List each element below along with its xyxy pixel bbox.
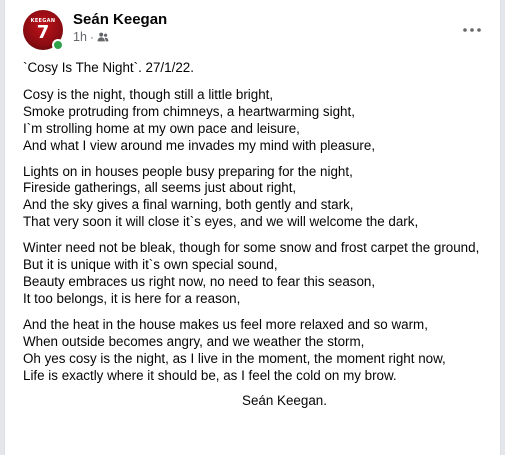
post-body: `Cosy Is The Night`. 27/1/22. Cosy is th…	[23, 60, 490, 410]
online-status-indicator	[52, 39, 64, 51]
poem-line: Smoke protruding from chimneys, a heartw…	[23, 103, 355, 119]
post-title: `Cosy Is The Night`. 27/1/22.	[23, 60, 194, 75]
post-header: KEEGAN 7 Seán Keegan 1h ·	[23, 8, 488, 52]
poem-line: And what I view around me invades my min…	[23, 137, 376, 153]
post-author-name[interactable]: Seán Keegan	[73, 11, 167, 28]
poem-stanza: And the heat in the house makes us feel …	[23, 317, 490, 385]
poem-stanza: Cosy is the night, though still a little…	[23, 87, 490, 155]
more-horizontal-icon	[463, 19, 481, 37]
poem-line: Fireside gatherings, all seems just abou…	[23, 180, 297, 196]
avatar[interactable]: KEEGAN 7	[23, 10, 64, 51]
post-card: KEEGAN 7 Seán Keegan 1h · `Cosy Is The N…	[4, 0, 501, 455]
friends-icon[interactable]	[97, 31, 109, 43]
poem-line: When outside becomes angry, and we weath…	[23, 333, 365, 349]
poem-line: Oh yes cosy is the night, as I live in t…	[23, 350, 446, 366]
poem-stanza: Winter need not be bleak, though for som…	[23, 240, 490, 308]
poem-line: And the sky gives a final warning, both …	[23, 197, 354, 213]
post-meta: 1h ·	[73, 30, 109, 44]
more-options-button[interactable]	[460, 18, 484, 38]
poem-stanzas: Cosy is the night, though still a little…	[23, 87, 490, 385]
poem-line: Lights on in houses people busy preparin…	[23, 163, 353, 179]
meta-separator: ·	[89, 30, 94, 44]
poem-line: And the heat in the house makes us feel …	[23, 316, 428, 332]
poem-line: Beauty embraces us right now, no need to…	[23, 273, 376, 289]
post-signature: Seán Keegan.	[242, 393, 327, 409]
poem-line: Winter need not be bleak, though for som…	[23, 240, 480, 256]
poem-line: It too belongs, it is here for a reason,	[23, 290, 241, 306]
poem-line: Life is exactly where it should be, as I…	[23, 367, 397, 383]
poem-stanza: Lights on in houses people busy preparin…	[23, 164, 490, 232]
poem-line: But it is unique with it`s own special s…	[23, 257, 278, 273]
post-timestamp[interactable]: 1h	[73, 30, 87, 44]
poem-line: I`m strolling home at my own pace and le…	[23, 120, 300, 136]
poem-line: Cosy is the night, though still a little…	[23, 86, 274, 102]
poem-line: That very soon it will close it`s eyes, …	[23, 214, 419, 230]
